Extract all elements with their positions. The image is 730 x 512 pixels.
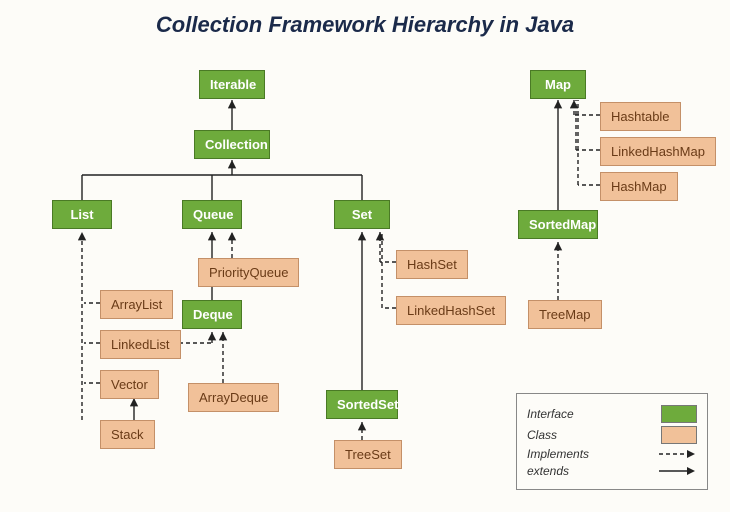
legend-class-label: Class bbox=[527, 428, 557, 442]
node-linkedhashmap: LinkedHashMap bbox=[600, 137, 716, 166]
node-treemap: TreeMap bbox=[528, 300, 602, 329]
node-linkedhashset: LinkedHashSet bbox=[396, 296, 506, 325]
node-map: Map bbox=[530, 70, 586, 99]
node-arraylist: ArrayList bbox=[100, 290, 173, 319]
node-deque: Deque bbox=[182, 300, 242, 329]
diagram-title: Collection Framework Hierarchy in Java bbox=[0, 12, 730, 38]
legend-extends-icon bbox=[657, 464, 697, 478]
legend-implements-label: Implements bbox=[527, 447, 589, 461]
node-hashmap: HashMap bbox=[600, 172, 678, 201]
node-treeset: TreeSet bbox=[334, 440, 402, 469]
node-sortedset: SortedSet bbox=[326, 390, 398, 419]
legend-extends-label: extends bbox=[527, 464, 569, 478]
legend-interface-label: Interface bbox=[527, 407, 574, 421]
node-collection: Collection bbox=[194, 130, 270, 159]
node-vector: Vector bbox=[100, 370, 159, 399]
node-sortedmap: SortedMap bbox=[518, 210, 598, 239]
node-stack: Stack bbox=[100, 420, 155, 449]
node-list: List bbox=[52, 200, 112, 229]
node-priorityqueue: PriorityQueue bbox=[198, 258, 299, 287]
node-linkedlist: LinkedList bbox=[100, 330, 181, 359]
node-arraydeque: ArrayDeque bbox=[188, 383, 279, 412]
node-hashtable: Hashtable bbox=[600, 102, 681, 131]
legend-class-swatch bbox=[661, 426, 697, 444]
node-queue: Queue bbox=[182, 200, 242, 229]
legend-interface-swatch bbox=[661, 405, 697, 423]
node-hashset: HashSet bbox=[396, 250, 468, 279]
legend-implements-icon bbox=[657, 447, 697, 461]
node-set: Set bbox=[334, 200, 390, 229]
node-iterable: Iterable bbox=[199, 70, 265, 99]
legend-box: Interface Class Implements extends bbox=[516, 393, 708, 490]
